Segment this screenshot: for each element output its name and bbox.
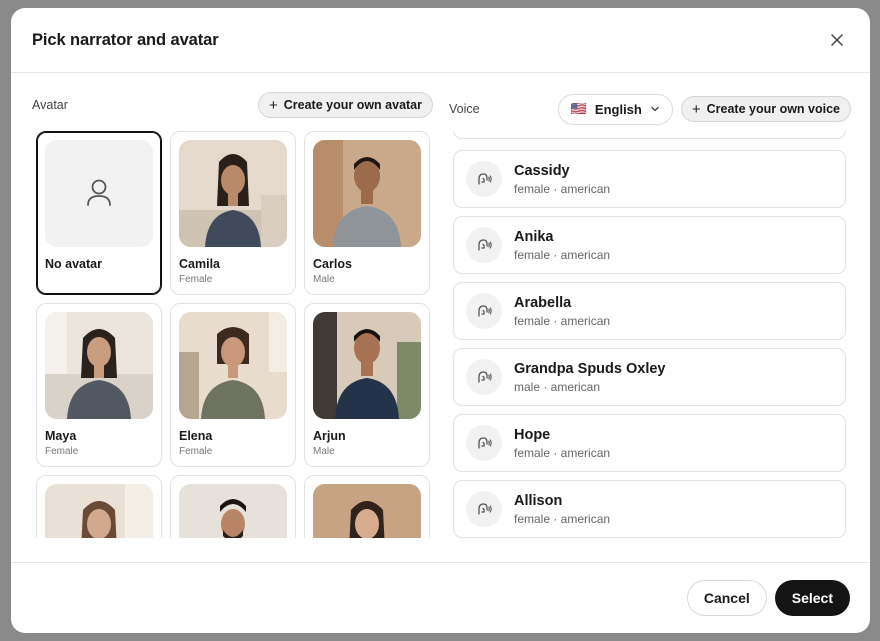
avatar-grid: No avatar Camila Female Carlos Male Maya…: [36, 131, 430, 538]
voice-wave-icon: [466, 425, 502, 461]
voice-section: Voice 🇺🇸 English + Create your own voice: [449, 73, 851, 538]
voice-wave-icon: [466, 359, 502, 395]
avatar-photo: [313, 140, 421, 247]
avatar-photo: [179, 140, 287, 247]
avatar-card-maya[interactable]: Maya Female: [36, 303, 162, 467]
language-label: English: [594, 101, 642, 117]
avatar-card[interactable]: [36, 475, 162, 538]
avatar-placeholder: [45, 140, 153, 247]
avatar-gender: Male: [313, 274, 335, 285]
close-button[interactable]: [826, 29, 848, 51]
avatar-card-elena[interactable]: Elena Female: [170, 303, 296, 467]
avatar-photo: [179, 312, 287, 419]
voice-item-allison[interactable]: Allison female · american: [453, 480, 846, 538]
voice-meta: female · american: [514, 313, 611, 328]
avatar-portrait: [313, 484, 421, 538]
avatar-name: No avatar: [45, 257, 102, 271]
avatar-name: Camila: [179, 257, 220, 271]
voice-list[interactable]: Cassidy female · american Anika female ·…: [453, 131, 846, 538]
avatar-portrait: [45, 484, 153, 538]
voice-item-arabella[interactable]: Arabella female · american: [453, 282, 846, 340]
avatar-card[interactable]: [170, 475, 296, 538]
avatar-name: Maya: [45, 429, 77, 443]
voice-name: Arabella: [514, 294, 572, 311]
avatar-gender: Male: [313, 446, 335, 457]
close-icon: [831, 34, 843, 46]
voice-item-anika[interactable]: Anika female · american: [453, 216, 846, 274]
arjun-portrait: [313, 312, 421, 419]
voice-wave-icon: [466, 491, 502, 527]
avatar-section-label: Avatar: [32, 98, 68, 112]
elena-portrait: [179, 312, 287, 419]
voice-item-grandpa-spuds-oxley[interactable]: Grandpa Spuds Oxley male · american: [453, 348, 846, 406]
avatar-card-no-avatar[interactable]: No avatar: [36, 131, 162, 295]
avatar-photo: [179, 484, 287, 538]
voice-name: Anika: [514, 228, 554, 245]
avatar-name: Carlos: [313, 257, 352, 271]
language-select[interactable]: 🇺🇸 English: [557, 93, 673, 125]
avatar-name: Arjun: [313, 429, 346, 443]
avatar-photo: [45, 312, 153, 419]
voice-item-hope[interactable]: Hope female · american: [453, 414, 846, 472]
avatar-card-arjun[interactable]: Arjun Male: [304, 303, 430, 467]
maya-portrait: [45, 312, 153, 419]
voice-wave-icon: [466, 161, 502, 197]
voice-meta: female · american: [514, 181, 611, 196]
voice-item-cassidy[interactable]: Cassidy female · american: [453, 150, 846, 208]
voice-name: Cassidy: [514, 162, 570, 179]
avatar-card-carlos[interactable]: Carlos Male: [304, 131, 430, 295]
select-button[interactable]: Select: [774, 580, 850, 616]
avatar-photo: [313, 312, 421, 419]
voice-wave-icon: [466, 293, 502, 329]
avatar-section: Avatar + Create your own avatar No avata…: [32, 73, 433, 538]
us-flag-icon: 🇺🇸: [570, 101, 587, 116]
avatar-gender: Female: [179, 274, 213, 285]
plus-icon: +: [268, 96, 278, 114]
avatar-portrait: [179, 484, 287, 538]
plus-icon: +: [691, 100, 701, 118]
avatar-gender: Female: [45, 446, 79, 457]
voice-meta: female · american: [514, 445, 611, 460]
voice-meta: female · american: [514, 247, 611, 262]
dialog-body: Avatar + Create your own avatar No avata…: [11, 73, 870, 538]
avatar-name: Elena: [179, 429, 213, 443]
voice-wave-icon: [466, 227, 502, 263]
dialog-footer: Cancel Select: [11, 562, 870, 633]
create-voice-label: Create your own voice: [706, 102, 840, 116]
camila-portrait: [179, 140, 287, 247]
avatar-photo: [313, 484, 421, 538]
voice-item[interactable]: [453, 131, 846, 139]
user-icon: [87, 179, 111, 206]
voice-name: Hope: [514, 426, 551, 443]
voice-name: Grandpa Spuds Oxley: [514, 360, 666, 377]
avatar-card-camila[interactable]: Camila Female: [170, 131, 296, 295]
avatar-gender: Female: [179, 446, 213, 457]
carlos-portrait: [313, 140, 421, 247]
voice-name: Allison: [514, 492, 563, 509]
voice-meta: female · american: [514, 511, 611, 526]
create-avatar-button[interactable]: + Create your own avatar: [257, 92, 433, 118]
avatar-card[interactable]: [304, 475, 430, 538]
create-avatar-label: Create your own avatar: [283, 98, 422, 112]
cancel-button[interactable]: Cancel: [686, 580, 767, 616]
dialog-title: Pick narrator and avatar: [32, 30, 219, 49]
avatar-photo: [45, 484, 153, 538]
narrator-dialog: Pick narrator and avatar Avatar + Create…: [11, 8, 870, 633]
dialog-header: Pick narrator and avatar: [11, 8, 870, 73]
voice-meta: male · american: [514, 379, 601, 394]
chevron-down-icon: [651, 106, 659, 112]
create-voice-button[interactable]: + Create your own voice: [680, 96, 851, 122]
voice-section-label: Voice: [449, 102, 480, 116]
